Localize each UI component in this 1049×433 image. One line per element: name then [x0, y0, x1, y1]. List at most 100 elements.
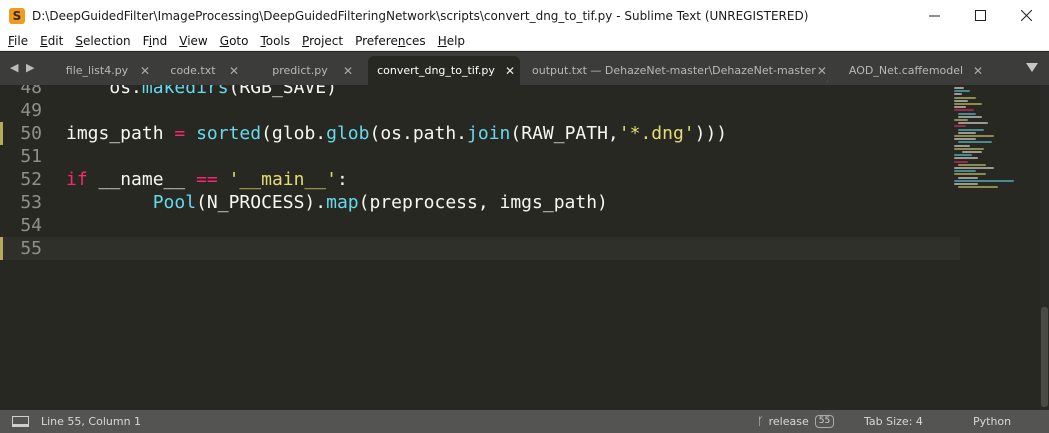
code-token: if: [66, 169, 88, 190]
code-token: (preprocess, imgs_path): [358, 192, 608, 213]
code-token: :: [336, 169, 348, 190]
minimize-icon: [928, 15, 940, 17]
minimap[interactable]: [950, 85, 1038, 195]
menu-tools[interactable]: Tools: [254, 32, 296, 50]
menu-help[interactable]: Help: [432, 32, 471, 50]
minimap-line: [954, 170, 976, 173]
branch-icon: ᚴ: [757, 415, 764, 428]
tab-size[interactable]: Tab Size: 4: [864, 410, 923, 433]
minimap-line: [958, 115, 982, 118]
tab-close-icon[interactable]: ✕: [816, 64, 828, 78]
minimize-button[interactable]: [911, 0, 957, 31]
code-token: (N_PROCESS).: [196, 192, 327, 213]
branch-name: release: [768, 415, 809, 428]
git-branch[interactable]: ᚴ release 55: [757, 410, 835, 433]
minimap-line: [954, 87, 964, 89]
line-number: 48: [20, 85, 42, 98]
minimap-line: [954, 154, 972, 157]
minimap-line: [958, 176, 978, 179]
tab-code-txt[interactable]: code.txt ✕: [158, 56, 244, 85]
code-token: join: [467, 123, 511, 144]
code-token: '*.dng': [618, 123, 695, 144]
line-number: 52: [20, 169, 42, 190]
tab-label: file_list4.py: [65, 64, 129, 77]
code-token: sorted: [196, 123, 262, 144]
tab-close-icon[interactable]: ✕: [338, 64, 358, 78]
vertical-scrollbar[interactable]: [1040, 85, 1049, 410]
minimap-line: [954, 138, 976, 141]
code-token: .: [131, 85, 142, 98]
line-number: 55: [20, 238, 42, 259]
code-line[interactable]: if __name__ == '__main__':: [66, 168, 348, 191]
minimap-line: [958, 131, 976, 134]
minimap-line: [954, 106, 966, 109]
minimap-line: [958, 128, 984, 131]
code-line[interactable]: os.makedirs(RGB_SAVE): [66, 85, 337, 99]
title-bar: S D:\DeepGuidedFilter\ImageProcessing\De…: [0, 0, 1049, 31]
panel-toggle-icon[interactable]: [12, 416, 29, 427]
menu-edit[interactable]: Edit: [34, 32, 69, 50]
code-token: os: [109, 85, 132, 98]
code-token: Pool: [152, 192, 197, 213]
code-token: ))): [694, 123, 728, 144]
menu-bar: File Edit Selection Find View Goto Tools Projec…: [0, 31, 1049, 51]
editor-area[interactable]: 48 49 50 51 52 53 54 55 os.makedirs(RGB_SAVE) im…: [0, 85, 1049, 410]
sublime-app-icon: S: [9, 7, 25, 24]
tab-label: AOD_Net.caffemodel: [848, 64, 964, 77]
scrollbar-thumb[interactable]: [1041, 307, 1048, 407]
tab-label: predict.py: [272, 64, 328, 77]
code-line[interactable]: Pool(N_PROCESS).map(preprocess, imgs_pat…: [66, 191, 608, 214]
tab-close-icon[interactable]: ✕: [968, 64, 988, 78]
minimap-line: [958, 122, 988, 125]
minimap-line: [954, 157, 978, 160]
code-line[interactable]: imgs_path = sorted(glob.glob(os.path.joi…: [66, 122, 727, 145]
tab-close-icon[interactable]: ✕: [500, 64, 520, 78]
minimap-line: [954, 93, 962, 96]
minimap-line: [954, 90, 970, 93]
status-bar: Line 55, Column 1 ᚴ release 55 Tab Size:…: [0, 410, 1049, 433]
minimap-line: [954, 167, 994, 169]
maximize-icon: [974, 10, 986, 21]
menu-goto[interactable]: Goto: [214, 32, 255, 50]
line-number: 54: [20, 215, 42, 236]
code-token: glob: [326, 123, 370, 144]
tab-list-dropdown-icon[interactable]: [1026, 63, 1038, 72]
code-token: (os.path.: [369, 123, 468, 144]
minimap-line: [958, 186, 998, 189]
menu-project[interactable]: Project: [296, 32, 349, 50]
tab-predict-py[interactable]: predict.py ✕: [258, 56, 358, 85]
minimap-line: [958, 141, 992, 144]
tab-file-list4-py[interactable]: file_list4.py ✕: [55, 56, 155, 85]
minimap-line: [958, 163, 986, 166]
tab-convert-dng-to-tif-py[interactable]: convert_dng_to_tif.py ✕: [368, 56, 520, 85]
line-number: 50: [20, 123, 42, 144]
current-line-highlight: [0, 237, 960, 260]
menu-view[interactable]: View: [173, 32, 213, 50]
minimap-line: [954, 144, 970, 147]
menu-preferences[interactable]: Preferences: [349, 32, 432, 50]
minimap-line: [954, 135, 994, 137]
minimap-line: [954, 125, 966, 128]
menu-file[interactable]: File: [2, 32, 34, 50]
code-token: '__main__': [228, 169, 337, 190]
tab-aod-net-caffemodel[interactable]: AOD_Net.caffemodel ✕: [840, 56, 988, 85]
tab-close-icon[interactable]: ✕: [135, 64, 155, 78]
minimap-line: [954, 147, 984, 150]
tab-close-icon[interactable]: ✕: [224, 64, 244, 78]
code-token: imgs_path: [66, 123, 175, 144]
minimap-line: [962, 151, 982, 153]
menu-find[interactable]: Find: [137, 32, 174, 50]
menu-selection[interactable]: Selection: [69, 32, 136, 50]
minimap-line: [954, 96, 976, 99]
minimap-line: [958, 112, 976, 115]
tab-label: convert_dng_to_tif.py: [377, 64, 495, 77]
tab-nav-arrows[interactable]: ◀ ▶: [10, 61, 36, 74]
close-button[interactable]: [1003, 0, 1049, 31]
syntax-selector[interactable]: Python: [973, 410, 1011, 433]
minimap-line: [954, 179, 1014, 182]
tab-output-txt[interactable]: output.txt — DehazeNet-master\DehazeNet-…: [528, 56, 828, 85]
maximize-button[interactable]: [957, 0, 1003, 31]
